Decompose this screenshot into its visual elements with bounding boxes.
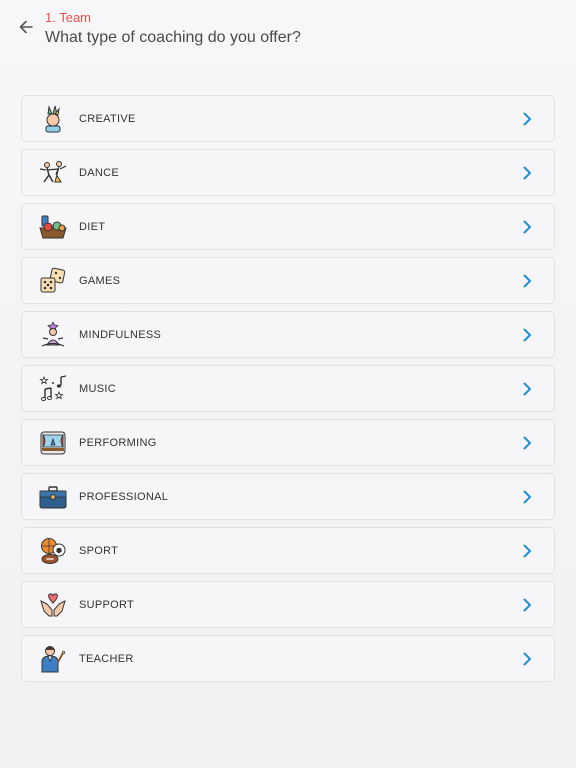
sports-balls-icon — [39, 537, 67, 565]
category-label: SPORT — [79, 544, 119, 557]
creative-icon — [39, 104, 67, 133]
category-row-diet[interactable]: DIET — [21, 203, 555, 250]
back-arrow-button[interactable] — [14, 16, 38, 38]
category-row-teacher[interactable]: TEACHER — [21, 635, 555, 682]
dance-icon — [39, 159, 67, 187]
chevron-right-icon — [520, 597, 534, 613]
chevron-right-icon — [520, 219, 534, 235]
category-row-sport[interactable]: SPORT — [21, 527, 555, 574]
chevron-right-icon — [520, 489, 534, 505]
category-row-creative[interactable]: CREATIVE — [21, 95, 555, 142]
music-notes-icon — [39, 374, 67, 403]
category-label: DIET — [79, 220, 106, 233]
category-label: PROFESSIONAL — [79, 490, 169, 503]
chevron-right-icon — [520, 435, 534, 451]
meditation-icon — [39, 320, 67, 349]
category-row-dance[interactable]: DANCE — [21, 149, 555, 196]
category-label: PERFORMING — [79, 436, 157, 449]
category-label: SUPPORT — [79, 598, 135, 611]
category-row-performing[interactable]: PERFORMING — [21, 419, 555, 466]
back-arrow-icon — [19, 20, 33, 34]
category-row-mindfulness[interactable]: MINDFULNESS — [21, 311, 555, 358]
category-row-music[interactable]: MUSIC — [21, 365, 555, 412]
dice-icon — [39, 267, 67, 295]
chevron-right-icon — [520, 543, 534, 559]
category-row-games[interactable]: GAMES — [21, 257, 555, 304]
chevron-right-icon — [520, 651, 534, 667]
briefcase-icon — [39, 483, 67, 511]
category-label: GAMES — [79, 274, 121, 287]
diet-icon — [39, 213, 67, 241]
category-row-support[interactable]: SUPPORT — [21, 581, 555, 628]
category-label: CREATIVE — [79, 112, 136, 125]
category-list: CREATIVE DANCE DIET GAMES MINDFULNESS MU… — [21, 95, 555, 682]
chevron-right-icon — [520, 273, 534, 289]
chevron-right-icon — [520, 381, 534, 397]
category-label: DANCE — [79, 166, 120, 179]
chevron-right-icon — [520, 327, 534, 343]
step-label: 1. Team — [45, 10, 92, 25]
category-row-professional[interactable]: PROFESSIONAL — [21, 473, 555, 520]
category-label: MINDFULNESS — [79, 328, 162, 341]
stage-icon — [39, 429, 67, 457]
heart-hands-icon — [39, 591, 67, 619]
chevron-right-icon — [520, 165, 534, 181]
coaching-type-screen: 1. Team What type of coaching do you off… — [0, 0, 576, 768]
page-question: What type of coaching do you offer? — [45, 29, 301, 46]
category-label: TEACHER — [79, 652, 134, 665]
category-label: MUSIC — [79, 382, 116, 395]
chevron-right-icon — [520, 111, 534, 127]
teacher-icon — [39, 645, 67, 673]
